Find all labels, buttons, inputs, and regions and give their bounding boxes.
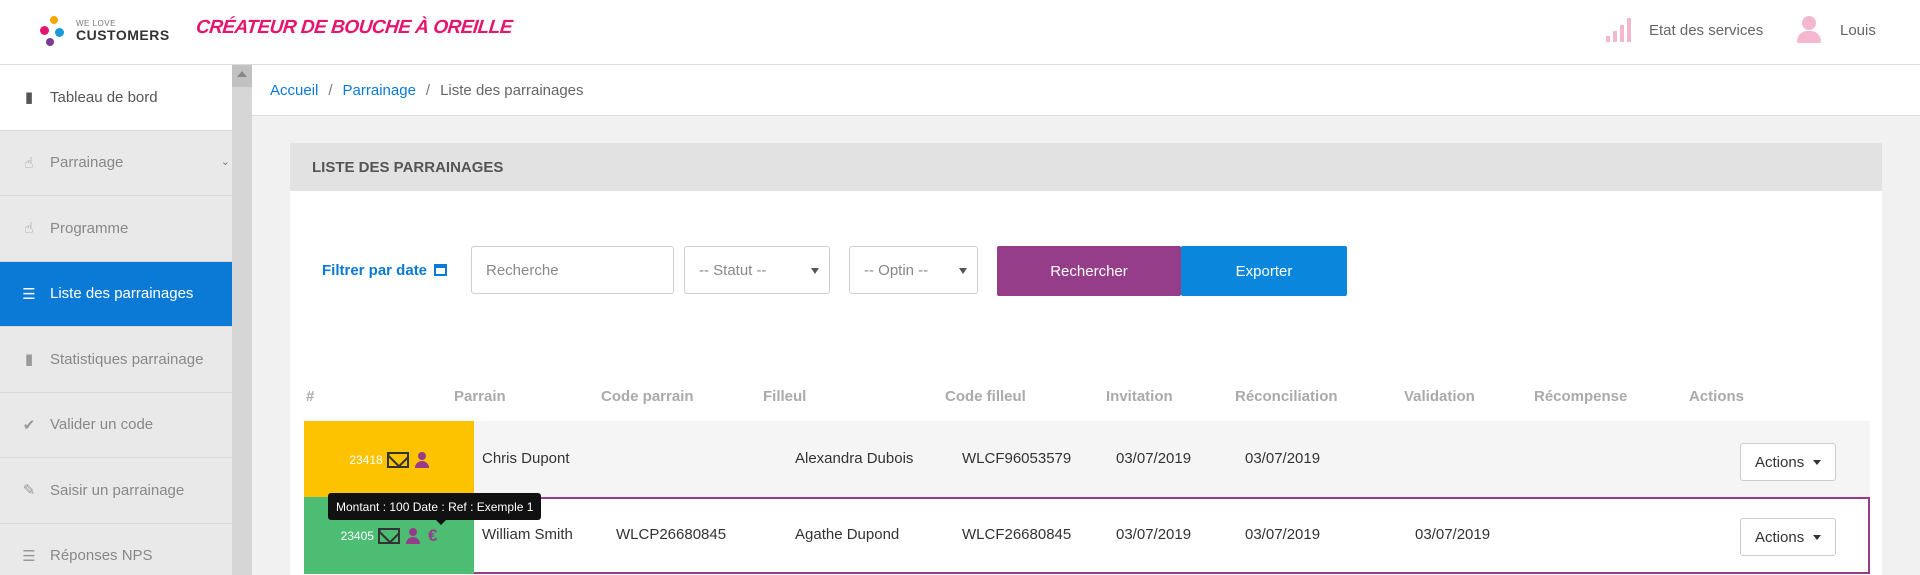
dropdown-caret-icon (959, 268, 967, 274)
person-icon[interactable] (405, 527, 420, 544)
col-header-recompense[interactable]: Récompense (1534, 388, 1627, 405)
col-header-invitation[interactable]: Invitation (1106, 388, 1173, 405)
sidebar-item-label: Liste des parrainages (50, 285, 194, 303)
cell-filleul: Agathe Dupond (795, 526, 900, 543)
list-icon: ☰ (22, 547, 36, 565)
sidebar-item-parrainage[interactable]: ☝ Parrainage ⌄ (0, 131, 232, 196)
sidebar-item-valider-code[interactable]: ✔ Valider un code (0, 393, 232, 458)
status-select-value: -- Statut -- (699, 261, 767, 279)
user-menu[interactable]: Louis (1794, 16, 1876, 44)
service-status-link[interactable]: Etat des services (1606, 18, 1763, 42)
cell-parrain: Chris Dupont (482, 450, 570, 467)
col-header-code-parrain[interactable]: Code parrain (601, 388, 694, 405)
col-header-filleul[interactable]: Filleul (763, 388, 806, 405)
optin-select[interactable]: -- Optin -- (849, 246, 978, 294)
col-header-validation[interactable]: Validation (1404, 388, 1475, 405)
col-header-parrain[interactable]: Parrain (454, 388, 506, 405)
dropdown-caret-icon (1813, 460, 1821, 465)
sidebar-item-label: Réponses NPS (50, 547, 153, 565)
list-icon: ☰ (22, 285, 36, 303)
sidebar-scrollbar[interactable] (232, 65, 252, 575)
sidebar-item-label: Saisir un parrainage (50, 481, 185, 499)
envelope-icon[interactable] (386, 451, 409, 468)
panel-title: LISTE DES PARRAINAGES (290, 143, 1882, 191)
table-header: # Parrain Code parrain Filleul Code fill… (304, 388, 1870, 410)
optin-select-value: -- Optin -- (864, 261, 929, 279)
dropdown-caret-icon (811, 268, 819, 274)
sidebar-item-saisir-parrainage[interactable]: ✎ Saisir un parrainage (0, 458, 232, 524)
cell-reconciliation: 03/07/2019 (1245, 450, 1321, 467)
scrollbar-track[interactable] (232, 87, 252, 575)
date-filter-label: Filtrer par date (322, 262, 428, 279)
sidebar-item-tableau-de-bord[interactable]: ▮ Tableau de bord (0, 65, 232, 131)
dropdown-caret-icon (1813, 535, 1821, 540)
sidebar-item-reponses-nps[interactable]: ☰ Réponses NPS (0, 524, 232, 575)
row-id: 23418 (349, 452, 383, 467)
col-header-reconciliation[interactable]: Réconciliation (1235, 388, 1338, 405)
euro-icon[interactable]: € (428, 526, 437, 546)
filter-bar: Filtrer par date Recherche -- Statut -- … (290, 246, 1347, 296)
cell-code-filleul: WLCF26680845 (962, 526, 1072, 543)
sidebar-item-label: Parrainage (50, 154, 124, 172)
user-name: Louis (1840, 21, 1876, 39)
service-status-label: Etat des services (1649, 21, 1764, 39)
col-header-id[interactable]: # (306, 388, 314, 405)
signal-bars-icon (1606, 18, 1631, 42)
cell-filleul: Alexandra Dubois (795, 450, 914, 467)
envelope-icon[interactable] (377, 527, 400, 544)
row-id-cell: 23418 (304, 421, 474, 498)
cell-invitation: 03/07/2019 (1116, 526, 1192, 543)
search-input[interactable]: Recherche (471, 246, 674, 294)
bar-chart-icon: ▮ (24, 351, 34, 369)
sidebar-item-label: Tableau de bord (50, 88, 158, 106)
sidebar-item-programme[interactable]: ☝ Programme (0, 196, 232, 262)
col-header-actions: Actions (1689, 388, 1745, 405)
search-button[interactable]: Rechercher (997, 246, 1181, 296)
status-select[interactable]: -- Statut -- (684, 246, 830, 294)
user-icon (1794, 16, 1824, 44)
check-icon: ✔ (22, 416, 36, 434)
thumbs-up-icon: ☝ (24, 154, 34, 172)
actions-label: Actions (1755, 453, 1805, 471)
export-button[interactable]: Exporter (1181, 246, 1347, 296)
cell-invitation: 03/07/2019 (1116, 450, 1192, 467)
actions-dropdown-button[interactable]: Actions (1740, 518, 1836, 556)
actions-label: Actions (1755, 528, 1805, 546)
cell-validation: 03/07/2019 (1415, 526, 1491, 543)
row-id: 23405 (340, 528, 374, 543)
sidebar-item-label: Statistiques parrainage (50, 350, 204, 368)
sidebar-item-label: Programme (50, 219, 129, 237)
date-filter-button[interactable]: Filtrer par date (322, 262, 448, 279)
chevron-down-icon: ⌄ (220, 155, 230, 168)
breadcrumb-separator: / (425, 81, 431, 99)
bar-chart-icon: ▮ (24, 89, 34, 107)
cell-code-parrain: WLCP26680845 (616, 526, 727, 543)
calendar-icon (434, 264, 448, 276)
breadcrumb-current: Liste des parrainages (440, 81, 584, 99)
brand-logo[interactable]: WE LOVE CUSTOMERS (40, 14, 170, 48)
cell-code-filleul: WLCF96053579 (962, 450, 1072, 467)
cell-parrain: William Smith (482, 526, 573, 543)
tagline: CRÉATEUR DE BOUCHE À OREILLE (194, 17, 514, 38)
sidebar-item-liste-des-parrainages[interactable]: ☰ Liste des parrainages (0, 261, 232, 327)
pencil-icon: ✎ (22, 482, 36, 500)
sidebar: ▮ Tableau de bord ☝ Parrainage ⌄ ☝ Progr… (0, 65, 232, 575)
thumbs-up-icon: ☝ (24, 220, 34, 238)
sidebar-item-statistiques[interactable]: ▮ Statistiques parrainage (0, 327, 232, 393)
breadcrumb-separator: / (328, 81, 333, 99)
sidebar-item-label: Valider un code (50, 416, 154, 434)
breadcrumb-parrainage-link[interactable]: Parrainage (343, 82, 416, 99)
actions-dropdown-button[interactable]: Actions (1740, 443, 1836, 481)
table-row[interactable]: 23418 Chris Dupont Alexandra Dubois WLCF… (304, 421, 1870, 498)
reward-tooltip: Montant : 100 Date : Ref : Exemple 1 (328, 493, 542, 525)
breadcrumb: Accueil / Parrainage / Liste des parrain… (252, 65, 1920, 116)
breadcrumb-home-link[interactable]: Accueil (270, 82, 318, 99)
col-header-code-filleul[interactable]: Code filleul (945, 388, 1026, 405)
cell-reconciliation: 03/07/2019 (1245, 526, 1321, 543)
top-bar: WE LOVE CUSTOMERS CRÉATEUR DE BOUCHE À O… (0, 0, 1920, 65)
logo-icon (40, 14, 68, 48)
logo-big-text: CUSTOMERS (76, 27, 170, 43)
scroll-up-arrow-icon[interactable] (237, 71, 247, 77)
person-icon[interactable] (414, 451, 429, 468)
